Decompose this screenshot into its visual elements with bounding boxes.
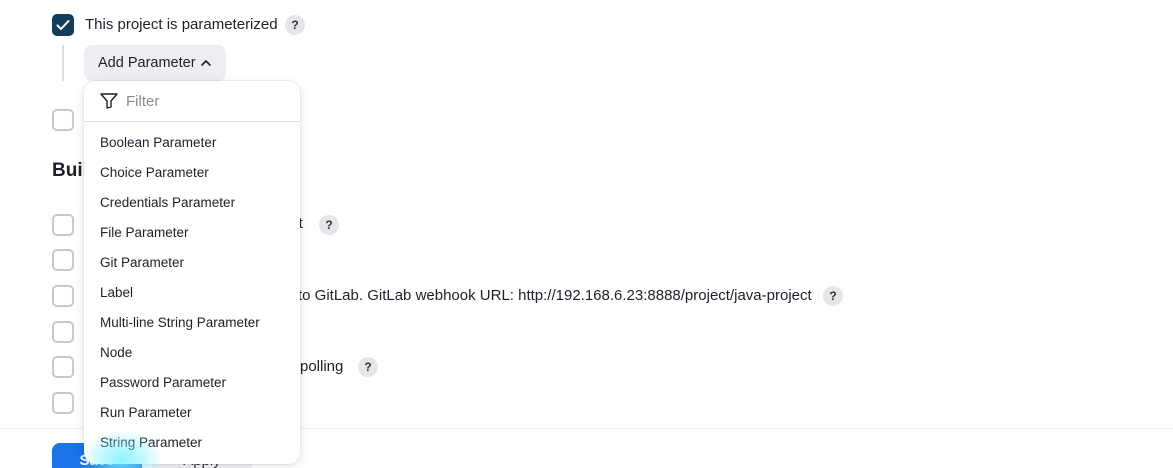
menu-item-multiline-string-parameter[interactable]: Multi-line String Parameter: [100, 313, 260, 333]
trigger-checkbox-1[interactable]: [52, 214, 74, 236]
add-parameter-dropdown: Boolean Parameter Choice Parameter Crede…: [84, 81, 300, 464]
menu-item-node[interactable]: Node: [100, 343, 132, 363]
parameterized-label: This project is parameterized: [85, 16, 278, 33]
menu-item-file-parameter[interactable]: File Parameter: [100, 223, 189, 243]
menu-item-password-parameter[interactable]: Password Parameter: [100, 373, 226, 393]
menu-item-credentials-parameter[interactable]: Credentials Parameter: [100, 193, 235, 213]
filter-row: [84, 81, 300, 122]
menu-item-run-parameter[interactable]: Run Parameter: [100, 403, 192, 423]
help-icon[interactable]: ?: [319, 215, 339, 235]
add-parameter-button[interactable]: Add Parameter: [84, 45, 226, 81]
indent-line: [62, 45, 64, 81]
menu-item-git-parameter[interactable]: Git Parameter: [100, 253, 184, 273]
trigger-checkbox-6[interactable]: [52, 392, 74, 414]
help-icon[interactable]: ?: [358, 357, 378, 377]
trigger-checkbox-4[interactable]: [52, 321, 74, 343]
trigger-checkbox-3[interactable]: [52, 285, 74, 307]
parameterized-checkbox[interactable]: [52, 14, 74, 36]
menu-item-choice-parameter[interactable]: Choice Parameter: [100, 163, 209, 183]
check-icon: [56, 20, 70, 30]
chevron-up-icon: [201, 60, 211, 66]
help-icon[interactable]: ?: [285, 15, 305, 35]
menu-item-label[interactable]: Label: [100, 283, 133, 303]
trigger-label-5: polling: [300, 358, 344, 375]
trigger-checkbox-2[interactable]: [52, 249, 74, 271]
option-checkbox[interactable]: [52, 109, 74, 131]
section-title: Buil: [52, 160, 88, 181]
filter-input[interactable]: [126, 90, 286, 112]
page: This project is parameterized ? Add Para…: [0, 0, 1173, 468]
help-icon[interactable]: ?: [823, 286, 843, 306]
trigger-label-3: to GitLab. GitLab webhook URL: http://19…: [298, 287, 812, 304]
menu-item-boolean-parameter[interactable]: Boolean Parameter: [100, 133, 216, 153]
trigger-checkbox-5[interactable]: [52, 356, 74, 378]
filter-icon: [100, 93, 118, 109]
add-parameter-label: Add Parameter: [98, 55, 196, 71]
